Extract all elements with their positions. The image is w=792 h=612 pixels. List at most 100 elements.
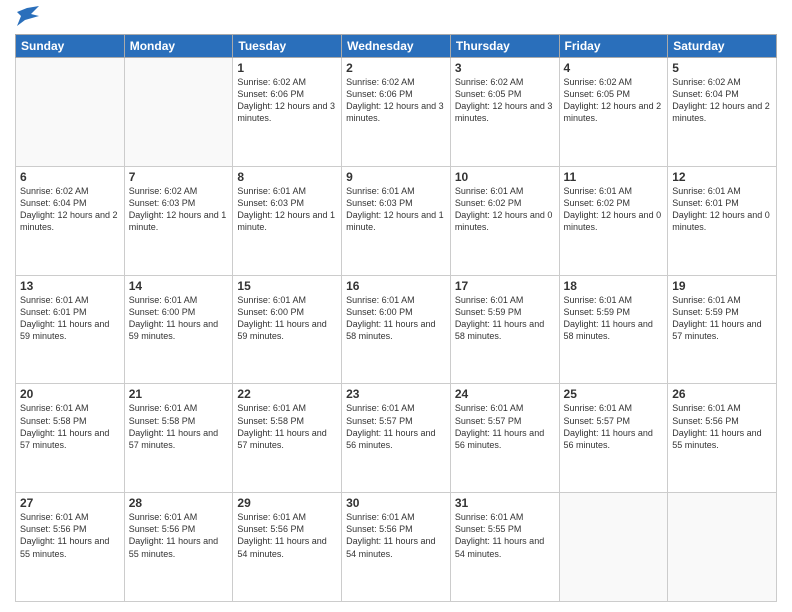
calendar-cell: 7Sunrise: 6:02 AM Sunset: 6:03 PM Daylig… xyxy=(124,166,233,275)
calendar-week-row: 1Sunrise: 6:02 AM Sunset: 6:06 PM Daylig… xyxy=(16,58,777,167)
calendar-week-row: 20Sunrise: 6:01 AM Sunset: 5:58 PM Dayli… xyxy=(16,384,777,493)
day-number: 7 xyxy=(129,170,229,184)
day-number: 24 xyxy=(455,387,555,401)
calendar-table: SundayMondayTuesdayWednesdayThursdayFrid… xyxy=(15,34,777,602)
calendar-cell: 26Sunrise: 6:01 AM Sunset: 5:56 PM Dayli… xyxy=(668,384,777,493)
calendar-cell: 25Sunrise: 6:01 AM Sunset: 5:57 PM Dayli… xyxy=(559,384,668,493)
day-info: Sunrise: 6:01 AM Sunset: 5:57 PM Dayligh… xyxy=(564,402,664,451)
day-number: 8 xyxy=(237,170,337,184)
calendar-cell: 13Sunrise: 6:01 AM Sunset: 6:01 PM Dayli… xyxy=(16,275,125,384)
day-number: 29 xyxy=(237,496,337,510)
day-info: Sunrise: 6:01 AM Sunset: 5:59 PM Dayligh… xyxy=(455,294,555,343)
logo xyxy=(15,10,39,26)
calendar-cell: 24Sunrise: 6:01 AM Sunset: 5:57 PM Dayli… xyxy=(450,384,559,493)
day-info: Sunrise: 6:02 AM Sunset: 6:03 PM Dayligh… xyxy=(129,185,229,234)
day-number: 2 xyxy=(346,61,446,75)
calendar-cell: 8Sunrise: 6:01 AM Sunset: 6:03 PM Daylig… xyxy=(233,166,342,275)
day-info: Sunrise: 6:02 AM Sunset: 6:06 PM Dayligh… xyxy=(346,76,446,125)
day-info: Sunrise: 6:01 AM Sunset: 5:58 PM Dayligh… xyxy=(20,402,120,451)
day-info: Sunrise: 6:01 AM Sunset: 5:55 PM Dayligh… xyxy=(455,511,555,560)
day-info: Sunrise: 6:01 AM Sunset: 6:00 PM Dayligh… xyxy=(237,294,337,343)
calendar-cell: 16Sunrise: 6:01 AM Sunset: 6:00 PM Dayli… xyxy=(342,275,451,384)
weekday-header: Wednesday xyxy=(342,35,451,58)
day-number: 22 xyxy=(237,387,337,401)
calendar-cell: 20Sunrise: 6:01 AM Sunset: 5:58 PM Dayli… xyxy=(16,384,125,493)
calendar-cell: 23Sunrise: 6:01 AM Sunset: 5:57 PM Dayli… xyxy=(342,384,451,493)
day-info: Sunrise: 6:01 AM Sunset: 6:01 PM Dayligh… xyxy=(672,185,772,234)
calendar-cell: 29Sunrise: 6:01 AM Sunset: 5:56 PM Dayli… xyxy=(233,493,342,602)
weekday-header: Monday xyxy=(124,35,233,58)
day-number: 15 xyxy=(237,279,337,293)
day-number: 23 xyxy=(346,387,446,401)
day-info: Sunrise: 6:01 AM Sunset: 5:56 PM Dayligh… xyxy=(129,511,229,560)
day-number: 1 xyxy=(237,61,337,75)
calendar-cell: 14Sunrise: 6:01 AM Sunset: 6:00 PM Dayli… xyxy=(124,275,233,384)
day-info: Sunrise: 6:01 AM Sunset: 5:56 PM Dayligh… xyxy=(346,511,446,560)
calendar-cell: 6Sunrise: 6:02 AM Sunset: 6:04 PM Daylig… xyxy=(16,166,125,275)
day-number: 12 xyxy=(672,170,772,184)
calendar-header-row: SundayMondayTuesdayWednesdayThursdayFrid… xyxy=(16,35,777,58)
calendar-cell: 15Sunrise: 6:01 AM Sunset: 6:00 PM Dayli… xyxy=(233,275,342,384)
day-number: 6 xyxy=(20,170,120,184)
logo-bird-icon xyxy=(17,6,39,26)
day-number: 16 xyxy=(346,279,446,293)
day-number: 21 xyxy=(129,387,229,401)
day-number: 19 xyxy=(672,279,772,293)
day-info: Sunrise: 6:01 AM Sunset: 6:00 PM Dayligh… xyxy=(129,294,229,343)
day-number: 14 xyxy=(129,279,229,293)
day-number: 18 xyxy=(564,279,664,293)
day-number: 31 xyxy=(455,496,555,510)
day-number: 4 xyxy=(564,61,664,75)
day-info: Sunrise: 6:01 AM Sunset: 5:58 PM Dayligh… xyxy=(237,402,337,451)
day-number: 10 xyxy=(455,170,555,184)
day-number: 13 xyxy=(20,279,120,293)
calendar-cell: 30Sunrise: 6:01 AM Sunset: 5:56 PM Dayli… xyxy=(342,493,451,602)
day-number: 3 xyxy=(455,61,555,75)
calendar-cell: 12Sunrise: 6:01 AM Sunset: 6:01 PM Dayli… xyxy=(668,166,777,275)
day-info: Sunrise: 6:02 AM Sunset: 6:04 PM Dayligh… xyxy=(672,76,772,125)
day-info: Sunrise: 6:02 AM Sunset: 6:05 PM Dayligh… xyxy=(455,76,555,125)
day-info: Sunrise: 6:01 AM Sunset: 5:57 PM Dayligh… xyxy=(455,402,555,451)
calendar-cell: 10Sunrise: 6:01 AM Sunset: 6:02 PM Dayli… xyxy=(450,166,559,275)
day-info: Sunrise: 6:01 AM Sunset: 5:56 PM Dayligh… xyxy=(20,511,120,560)
day-info: Sunrise: 6:02 AM Sunset: 6:06 PM Dayligh… xyxy=(237,76,337,125)
calendar-week-row: 6Sunrise: 6:02 AM Sunset: 6:04 PM Daylig… xyxy=(16,166,777,275)
calendar-cell xyxy=(668,493,777,602)
weekday-header: Thursday xyxy=(450,35,559,58)
day-info: Sunrise: 6:02 AM Sunset: 6:04 PM Dayligh… xyxy=(20,185,120,234)
calendar-cell xyxy=(16,58,125,167)
day-info: Sunrise: 6:01 AM Sunset: 6:02 PM Dayligh… xyxy=(564,185,664,234)
day-number: 5 xyxy=(672,61,772,75)
day-info: Sunrise: 6:01 AM Sunset: 5:59 PM Dayligh… xyxy=(564,294,664,343)
calendar-cell: 31Sunrise: 6:01 AM Sunset: 5:55 PM Dayli… xyxy=(450,493,559,602)
calendar-cell: 17Sunrise: 6:01 AM Sunset: 5:59 PM Dayli… xyxy=(450,275,559,384)
weekday-header: Friday xyxy=(559,35,668,58)
day-info: Sunrise: 6:01 AM Sunset: 5:59 PM Dayligh… xyxy=(672,294,772,343)
calendar-cell xyxy=(124,58,233,167)
day-number: 11 xyxy=(564,170,664,184)
day-info: Sunrise: 6:02 AM Sunset: 6:05 PM Dayligh… xyxy=(564,76,664,125)
calendar-cell: 3Sunrise: 6:02 AM Sunset: 6:05 PM Daylig… xyxy=(450,58,559,167)
calendar-cell xyxy=(559,493,668,602)
day-info: Sunrise: 6:01 AM Sunset: 5:58 PM Dayligh… xyxy=(129,402,229,451)
calendar-cell: 28Sunrise: 6:01 AM Sunset: 5:56 PM Dayli… xyxy=(124,493,233,602)
day-info: Sunrise: 6:01 AM Sunset: 6:00 PM Dayligh… xyxy=(346,294,446,343)
day-number: 17 xyxy=(455,279,555,293)
page: SundayMondayTuesdayWednesdayThursdayFrid… xyxy=(0,0,792,612)
calendar-week-row: 13Sunrise: 6:01 AM Sunset: 6:01 PM Dayli… xyxy=(16,275,777,384)
day-info: Sunrise: 6:01 AM Sunset: 6:03 PM Dayligh… xyxy=(237,185,337,234)
day-number: 27 xyxy=(20,496,120,510)
weekday-header: Saturday xyxy=(668,35,777,58)
day-number: 20 xyxy=(20,387,120,401)
day-info: Sunrise: 6:01 AM Sunset: 6:01 PM Dayligh… xyxy=(20,294,120,343)
calendar-cell: 9Sunrise: 6:01 AM Sunset: 6:03 PM Daylig… xyxy=(342,166,451,275)
calendar-cell: 18Sunrise: 6:01 AM Sunset: 5:59 PM Dayli… xyxy=(559,275,668,384)
day-info: Sunrise: 6:01 AM Sunset: 5:57 PM Dayligh… xyxy=(346,402,446,451)
calendar-cell: 27Sunrise: 6:01 AM Sunset: 5:56 PM Dayli… xyxy=(16,493,125,602)
calendar-cell: 1Sunrise: 6:02 AM Sunset: 6:06 PM Daylig… xyxy=(233,58,342,167)
calendar-cell: 5Sunrise: 6:02 AM Sunset: 6:04 PM Daylig… xyxy=(668,58,777,167)
day-info: Sunrise: 6:01 AM Sunset: 6:03 PM Dayligh… xyxy=(346,185,446,234)
day-number: 25 xyxy=(564,387,664,401)
day-number: 28 xyxy=(129,496,229,510)
day-number: 9 xyxy=(346,170,446,184)
